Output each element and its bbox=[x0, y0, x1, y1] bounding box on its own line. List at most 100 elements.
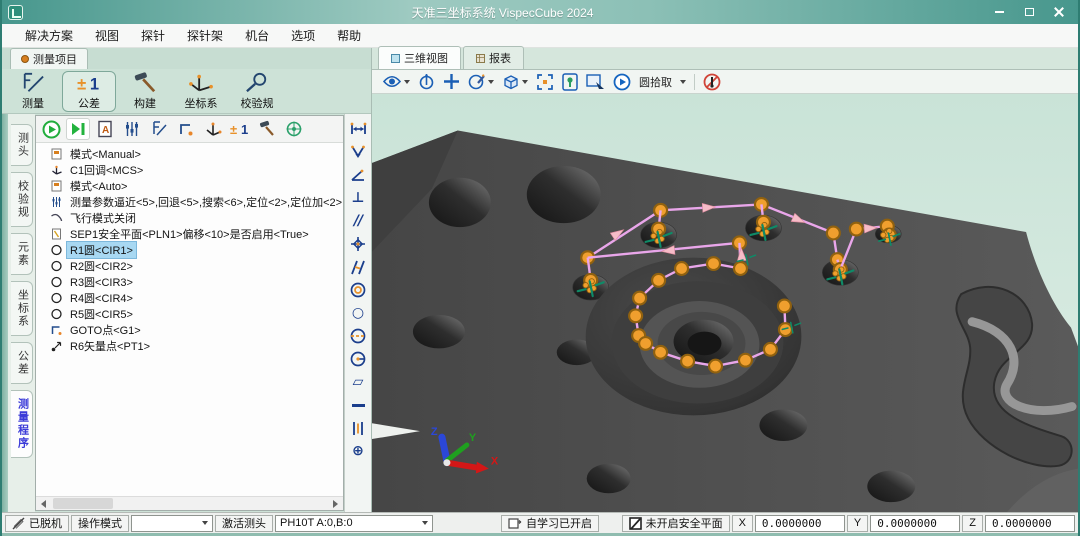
tab-measure-project[interactable]: 测量项目 bbox=[10, 48, 88, 69]
menu-view[interactable]: 视图 bbox=[84, 24, 130, 47]
view-panel: 三维视图 报表 圆拾取 bbox=[372, 48, 1078, 512]
tree-row-safety-plane[interactable]: SEP1安全平面<PLN1>偏移<10>是否启用<True> bbox=[42, 226, 343, 242]
tree-horizontal-scrollbar[interactable] bbox=[36, 496, 343, 510]
ribbon-coordinate-button[interactable]: 坐标系 bbox=[174, 71, 228, 112]
run-button[interactable] bbox=[39, 118, 63, 140]
tree-row-measure-params[interactable]: 测量参数逼近<5>,回退<5>,搜索<6>,定位<2>,定位加<2>,测量 bbox=[42, 194, 343, 210]
active-probe-select[interactable]: PH10T A:0,B:0 bbox=[275, 515, 433, 532]
side-tab-probe[interactable]: 测头 bbox=[11, 124, 33, 166]
ribbon-tolerance-button[interactable]: ±1 公差 bbox=[62, 71, 116, 112]
goto-button[interactable] bbox=[174, 118, 198, 140]
gdt-flatness-icon[interactable]: ▱ bbox=[347, 372, 369, 392]
ribbon-gauge-button[interactable]: 校验规 bbox=[230, 71, 284, 112]
side-tab-coordinate[interactable]: 坐标系 bbox=[11, 281, 33, 336]
locate-button[interactable] bbox=[562, 73, 578, 91]
dropdown-caret-icon bbox=[422, 521, 428, 525]
minimize-button[interactable] bbox=[986, 4, 1012, 20]
probe-target-button[interactable] bbox=[282, 118, 306, 140]
auto-run-button[interactable] bbox=[613, 73, 631, 91]
tree-row-circle-cir2[interactable]: R2圆<CIR2> bbox=[42, 258, 343, 274]
svg-text:1: 1 bbox=[241, 122, 248, 137]
tree-row-recall-mcs[interactable]: C1回调<MCS> bbox=[42, 162, 343, 178]
circle-icon bbox=[50, 308, 63, 320]
coordinate-button[interactable] bbox=[201, 118, 225, 140]
tree-row-circle-cir4[interactable]: R4圆<CIR4> bbox=[42, 290, 343, 306]
tab-report[interactable]: 报表 bbox=[463, 46, 524, 69]
maximize-button[interactable] bbox=[1016, 4, 1042, 20]
gdt-cylindricity-icon[interactable] bbox=[347, 326, 369, 346]
pan-button[interactable] bbox=[443, 73, 460, 90]
circle-pick-dropdown[interactable]: 圆拾取 bbox=[639, 74, 686, 90]
gdt-perpendicularity-icon[interactable]: ⊥ bbox=[347, 188, 369, 208]
zoom-fit-icon bbox=[536, 73, 554, 91]
tree-row-circle-cir1[interactable]: R1圆<CIR1> bbox=[42, 242, 343, 258]
ribbon-measure-button[interactable]: 测量 bbox=[6, 71, 60, 112]
cube-view-button[interactable] bbox=[502, 73, 528, 91]
toolbar-separator bbox=[694, 74, 695, 90]
gdt-symmetry-icon[interactable] bbox=[347, 418, 369, 438]
measure-button[interactable] bbox=[147, 118, 171, 140]
side-tab-measure-program[interactable]: 测量程序 bbox=[11, 390, 33, 458]
close-button[interactable] bbox=[1046, 4, 1072, 20]
orbit-button[interactable] bbox=[418, 73, 435, 90]
fly-mode-icon bbox=[50, 212, 63, 224]
menu-options[interactable]: 选项 bbox=[280, 24, 326, 47]
tolerance-button[interactable]: ±1 bbox=[228, 118, 252, 140]
menu-machine[interactable]: 机台 bbox=[234, 24, 280, 47]
tree-row-mode-auto[interactable]: 模式<Auto> bbox=[42, 178, 343, 194]
tree-row-fly-mode[interactable]: 飞行模式关闭 bbox=[42, 210, 343, 226]
side-tab-gauge[interactable]: 校验规 bbox=[11, 172, 33, 227]
tree-row-vector-point-pt1[interactable]: R6矢量点<PT1> bbox=[42, 338, 343, 354]
menu-probe-rack[interactable]: 探针架 bbox=[176, 24, 234, 47]
tab-measure-project-label: 测量项目 bbox=[33, 51, 77, 67]
tree-row-goto-g1[interactable]: GOTO点<G1> bbox=[42, 322, 343, 338]
menu-solution[interactable]: 解决方案 bbox=[14, 24, 84, 47]
window-select-button[interactable] bbox=[586, 74, 605, 90]
gdt-true-position-icon[interactable]: ⊕ bbox=[347, 441, 369, 461]
gdt-angle-icon[interactable] bbox=[347, 165, 369, 185]
scroll-left-button[interactable] bbox=[36, 497, 51, 510]
x-coordinate-value: 0.0000000 bbox=[762, 517, 822, 530]
magnifier-icon bbox=[243, 72, 271, 94]
gdt-straightness-icon[interactable] bbox=[347, 395, 369, 415]
step-run-button[interactable] bbox=[66, 118, 90, 140]
tree-row-mode-manual[interactable]: 模式<Manual> bbox=[42, 146, 343, 162]
zoom-fit-button[interactable] bbox=[536, 73, 554, 91]
view-options-button[interactable] bbox=[382, 74, 410, 89]
gdt-concentricity-icon[interactable] bbox=[347, 280, 369, 300]
sliders-icon bbox=[123, 120, 141, 138]
side-tab-element[interactable]: 元素 bbox=[11, 233, 33, 275]
operation-mode-select[interactable] bbox=[131, 515, 213, 532]
viewport-3d[interactable]: Z Y X bbox=[372, 94, 1078, 512]
scrollbar-thumb[interactable] bbox=[53, 498, 113, 509]
menu-help[interactable]: 帮助 bbox=[326, 24, 372, 47]
y-coordinate-readout: 0.0000000 bbox=[870, 515, 960, 532]
scroll-right-button[interactable] bbox=[328, 497, 343, 510]
edit-circle-button[interactable] bbox=[468, 73, 494, 90]
svg-text:±: ± bbox=[77, 75, 86, 93]
gdt-position-icon[interactable] bbox=[347, 234, 369, 254]
pick-disabled-button[interactable] bbox=[703, 73, 721, 91]
tree-row-circle-cir3[interactable]: R3圆<CIR3> bbox=[42, 274, 343, 290]
gdt-circular-runout-icon[interactable] bbox=[347, 349, 369, 369]
side-tab-tolerance[interactable]: 公差 bbox=[11, 342, 33, 384]
maximize-icon bbox=[1025, 8, 1034, 16]
gdt-circularity-icon[interactable]: ○ bbox=[347, 303, 369, 323]
report-button[interactable]: A bbox=[93, 118, 117, 140]
ribbon-construct-button[interactable]: 构建 bbox=[118, 71, 172, 112]
measure-params-button[interactable] bbox=[120, 118, 144, 140]
construct-button[interactable] bbox=[255, 118, 279, 140]
gdt-parallelism-icon[interactable]: // bbox=[347, 211, 369, 231]
dropdown-caret-icon bbox=[202, 521, 208, 525]
gdt-angle-arrows-icon[interactable] bbox=[347, 142, 369, 162]
menu-bar: 解决方案 视图 探针 探针架 机台 选项 帮助 bbox=[2, 24, 1078, 48]
tree-row-circle-cir5[interactable]: R5圆<CIR5> bbox=[42, 306, 343, 322]
3d-view-tab-icon bbox=[391, 54, 400, 63]
triad-z-label: Z bbox=[431, 426, 438, 438]
tab-3d-view[interactable]: 三维视图 bbox=[378, 46, 461, 69]
play-circle-icon bbox=[613, 73, 631, 91]
menu-probe[interactable]: 探针 bbox=[130, 24, 176, 47]
gdt-distance-icon[interactable] bbox=[347, 119, 369, 139]
gdt-inclined-parallelism-icon[interactable] bbox=[347, 257, 369, 277]
plus-minus-one-small-icon: ±1 bbox=[230, 120, 250, 138]
